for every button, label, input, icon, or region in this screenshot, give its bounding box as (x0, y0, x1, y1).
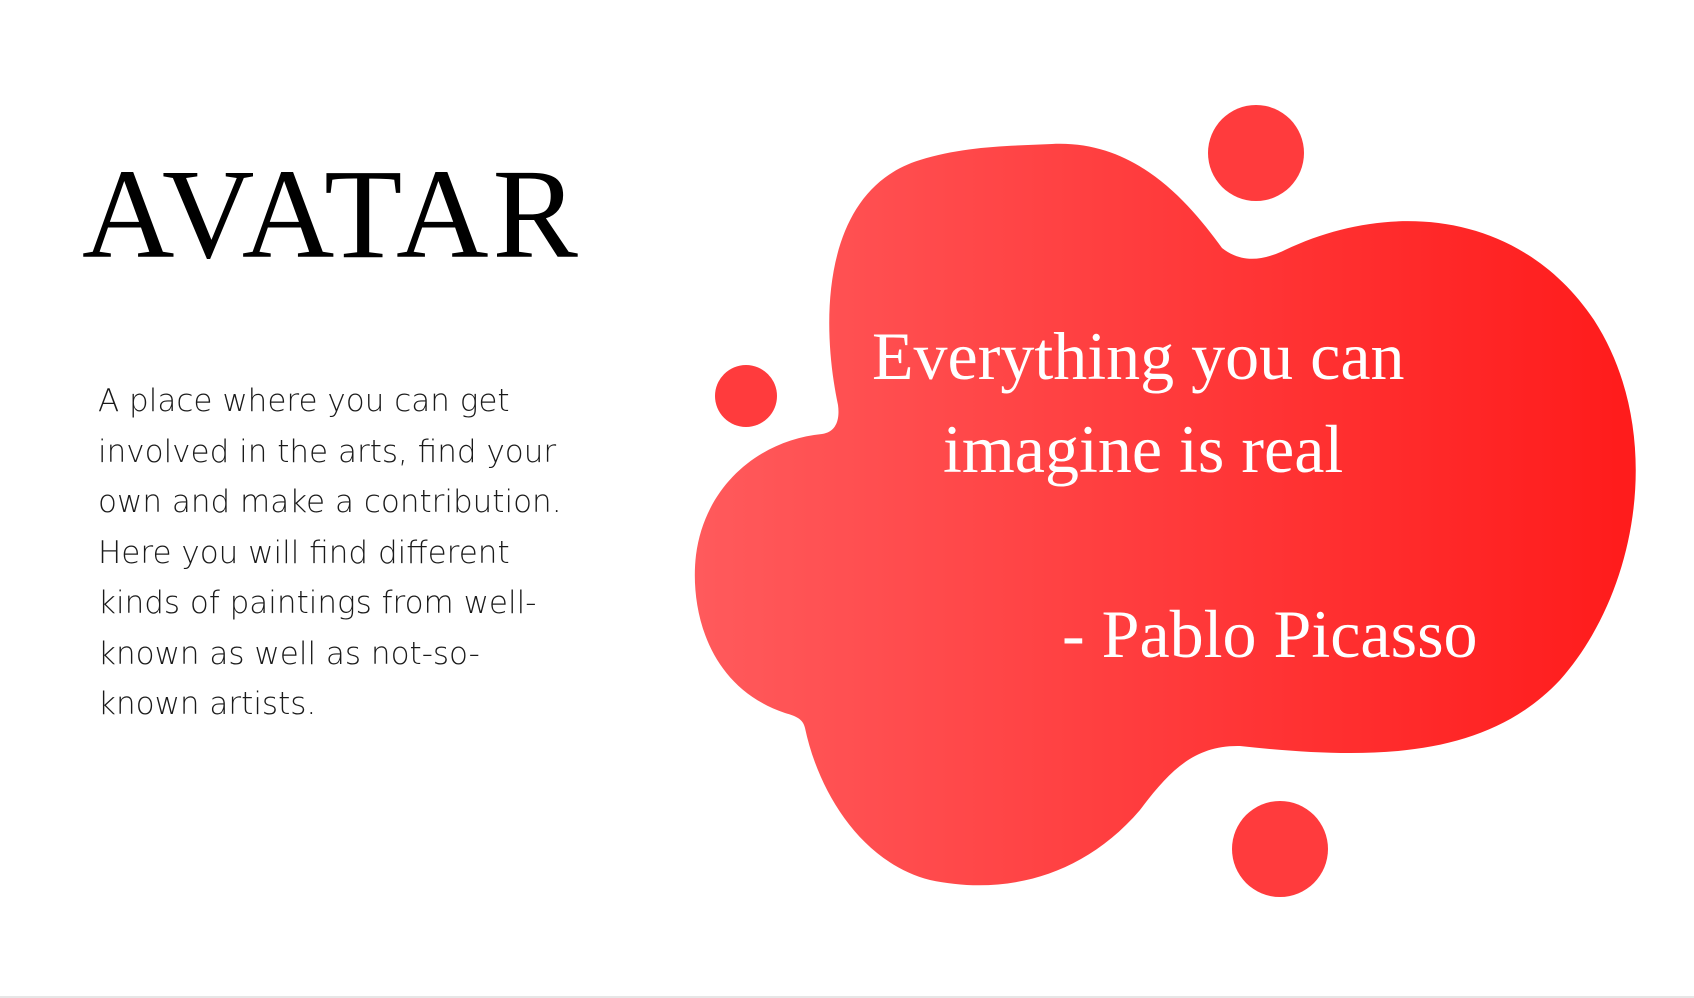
quote-line: imagine is real (943, 411, 1344, 487)
quote-blob-shape (694, 143, 1636, 886)
decorative-dot-top (1208, 105, 1304, 201)
quote-blob-illustration (694, 105, 1636, 897)
quote-line: Everything you can (872, 318, 1405, 394)
quote-author: - Pablo Picasso (1062, 596, 1478, 672)
decorative-dot-bottom (1232, 801, 1328, 897)
page: AVATAR A place where you can get involve… (0, 0, 1694, 998)
decorative-dot-left (715, 365, 777, 427)
